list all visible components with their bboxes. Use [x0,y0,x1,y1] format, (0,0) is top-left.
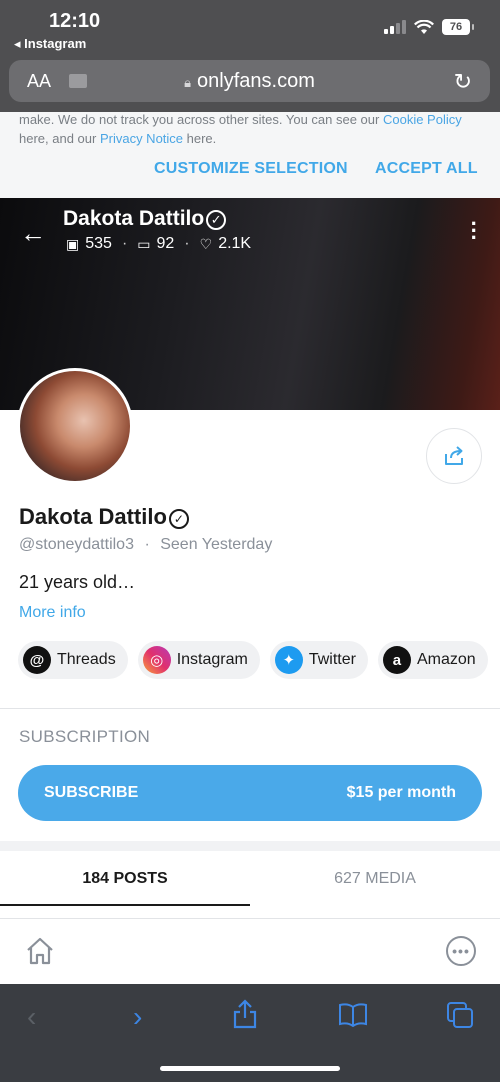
subscription-title: SUBSCRIPTION [19,727,151,746]
browser-share-icon[interactable] [232,998,258,1030]
header-stats: ▣ 535 · ▭ 92 · ♡ 2.1K [66,235,252,252]
battery-icon: 76 [442,19,474,35]
text-size-button[interactable]: AA [27,71,51,92]
cookie-text-suffix: here. [183,131,217,146]
cookie-text: make. We do not track you across other s… [19,110,489,148]
browser-top-chrome: 12:10 ◂ Instagram 76 AA 🔒︎ onlyfans.com ↻ [0,0,500,112]
active-tab-indicator [0,904,250,906]
twitter-icon: ✦ [274,646,303,674]
more-options-icon[interactable]: · · · [471,213,478,249]
threads-label: Threads [57,651,116,668]
browser-back-icon[interactable]: ‹ [27,1001,36,1033]
back-arrow-icon[interactable]: ← [20,218,46,249]
status-time: 12:10 [49,10,101,32]
avatar[interactable] [17,368,133,484]
last-seen: Seen Yesterday [160,536,273,553]
customize-selection-button[interactable]: CUSTOMIZE SELECTION [154,160,348,178]
likes-count: 2.1K [218,235,252,252]
share-icon [445,446,463,465]
bottom-nav: ••• [0,918,500,984]
divider [0,708,500,709]
tab-posts[interactable]: 184 POSTS [0,870,250,888]
safari-toolbar: ‹ › [0,984,500,1082]
share-button[interactable] [426,428,482,484]
twitter-link[interactable]: ✦ Twitter [269,641,368,679]
cookie-text-prefix: make. We do not track you across other s… [19,112,383,127]
subscribe-price: $15 per month [346,784,456,801]
lock-icon: 🔒︎ [184,74,192,90]
home-indicator [160,1066,340,1071]
header-name: Dakota Dattilo ✓ [63,207,227,231]
accept-all-button[interactable]: ACCEPT ALL [375,160,478,178]
profile-bio: 21 years old… [19,572,136,592]
instagram-icon: ◎ [142,646,171,674]
profile-name-text: Dakota Dattilo [19,504,167,529]
verified-icon: ✓ [206,210,227,230]
cookie-policy-link[interactable]: Cookie Policy [383,112,462,127]
cookie-text-mid: here, and our [19,131,100,146]
amazon-label: Amazon [416,651,476,668]
profile-handle: @stoneydattilo3 [19,536,134,553]
photo-icon: ▣ [66,235,80,252]
threads-link[interactable]: @ Threads [18,641,128,679]
status-icons: 76 [384,19,474,35]
wifi-icon [414,19,434,34]
heart-icon: ♡ [199,235,213,252]
verified-icon: ✓ [168,509,189,529]
amazon-icon: a [382,646,411,674]
instagram-label: Instagram [176,651,248,668]
profile-name: Dakota Dattilo ✓ [19,504,189,530]
reload-icon[interactable]: ↻ [454,69,472,95]
instagram-link[interactable]: ◎ Instagram [137,641,260,679]
videos-count: 92 [156,235,175,252]
more-info-link[interactable]: More info [19,604,86,622]
subscribe-label: SUBSCRIBE [44,784,139,801]
tab-media[interactable]: 627 MEDIA [250,870,500,888]
home-icon[interactable] [24,935,56,967]
photos-count: 535 [85,235,112,252]
bookmarks-icon[interactable] [338,1001,368,1027]
privacy-notice-link[interactable]: Privacy Notice [100,131,183,146]
section-separator [0,841,500,851]
amazon-link[interactable]: a Amazon [377,641,488,679]
social-links: @ Threads ◎ Instagram ✦ Twitter a Amazon [18,641,488,679]
video-icon: ▭ [137,235,151,252]
signal-icon [384,20,406,34]
header-name-text: Dakota Dattilo [63,207,205,230]
url-label: onlyfans.com [197,69,315,92]
back-to-app-link[interactable]: ◂ Instagram [14,36,86,52]
twitter-label: Twitter [308,651,356,668]
more-menu-icon[interactable]: ••• [446,936,476,966]
cookie-banner: make. We do not track you across other s… [0,112,500,198]
threads-icon: @ [23,646,51,674]
browser-forward-icon[interactable]: › [133,1001,142,1033]
subscribe-button[interactable]: SUBSCRIBE $15 per month [18,765,482,821]
extension-icon[interactable] [69,74,87,88]
url-bar[interactable]: AA 🔒︎ onlyfans.com ↻ [9,60,490,102]
handle-line: @stoneydattilo3 · Seen Yesterday [19,536,273,553]
tabs-icon[interactable] [446,1001,474,1029]
